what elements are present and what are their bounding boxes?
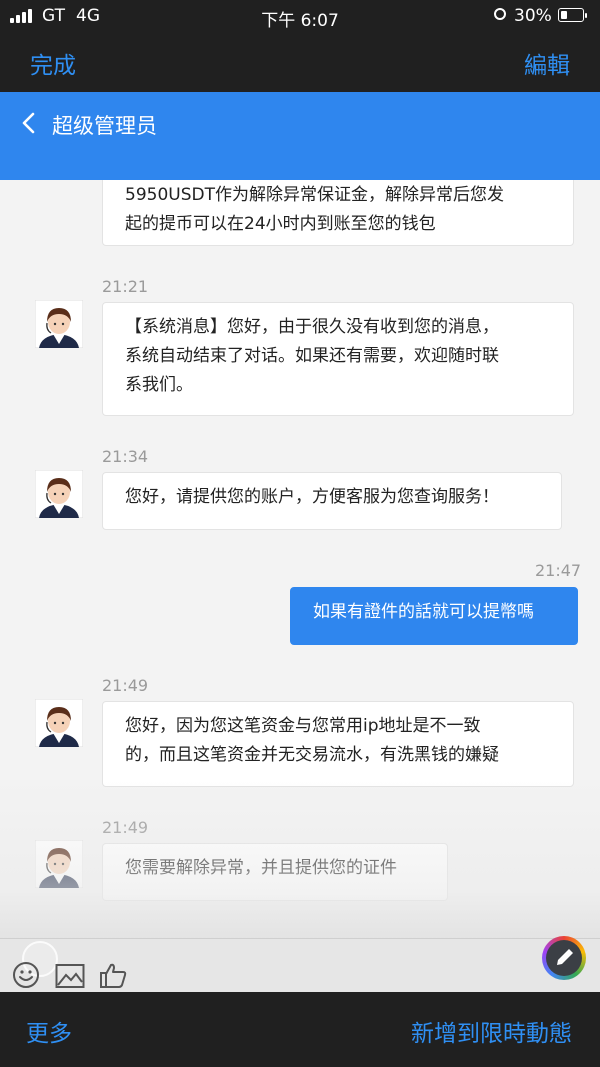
thumbs-up-icon[interactable] (98, 961, 128, 989)
message-timestamp: 21:49 (102, 818, 149, 837)
chat-toolbar (0, 936, 600, 993)
agent-avatar[interactable] (35, 300, 83, 348)
agent-avatar[interactable] (35, 840, 83, 888)
markup-edit-icon[interactable] (542, 936, 586, 980)
message-bubble-sent[interactable]: 如果有證件的話就可以提幣嗎 (290, 587, 578, 645)
more-button[interactable]: 更多 (26, 1014, 72, 1048)
battery-icon (558, 8, 587, 22)
message-line: 【系统消息】您好，由于很久没有收到您的消息， (125, 317, 499, 337)
message-line: 您好，请提供您的账户，方便客服为您查询服务！ (125, 487, 499, 507)
back-chevron-icon[interactable] (20, 112, 38, 134)
message-line: 系我们。 (125, 375, 193, 395)
message-line: 的，而且这笔资金并无交易流水，有洗黑钱的嫌疑 (125, 745, 499, 765)
message-bubble[interactable]: 【系统消息】您好，由于很久没有收到您的消息， 系统自动结束了对话。如果还有需要，… (102, 302, 574, 416)
add-to-story-button[interactable]: 新增到限時動態 (411, 1014, 572, 1048)
message-line: 如果有證件的話就可以提幣嗎 (313, 602, 534, 622)
message-line: 起的提币可以在24小时内到账至您的钱包 (125, 214, 436, 234)
clock: 下午 6:07 (261, 11, 339, 31)
status-bar: GT 4G 下午 6:07 30% (0, 0, 600, 32)
message-bubble[interactable]: 5950USDT作为解除异常保证金，解除异常后您发 起的提币可以在24小时内到账… (102, 180, 574, 246)
message-timestamp: 21:21 (102, 277, 149, 296)
message-bubble[interactable]: 您好，因为您这笔资金与您常用ip地址是不一致 的，而且这笔资金并无交易流水，有洗… (102, 701, 574, 787)
message-line: 您好，因为您这笔资金与您常用ip地址是不一致 (125, 716, 481, 736)
message-line: 系统自动结束了对话。如果还有需要，欢迎随时联 (125, 346, 499, 366)
message-line: 5950USDT作为解除异常保证金，解除异常后您发 (125, 185, 504, 205)
message-timestamp: 21:49 (102, 676, 149, 695)
chat-title: 超级管理员 (52, 114, 157, 138)
done-button[interactable]: 完成 (30, 46, 76, 80)
agent-avatar[interactable] (35, 470, 83, 518)
message-timestamp: 21:47 (535, 561, 582, 580)
viewer-top-bar: 完成 編輯 (0, 32, 600, 92)
chat-message-list[interactable]: 5950USDT作为解除异常保证金，解除异常后您发 起的提币可以在24小时内到账… (0, 180, 600, 940)
smiley-icon[interactable] (12, 961, 40, 989)
chat-header: 超级管理员 (0, 92, 600, 180)
agent-avatar[interactable] (35, 699, 83, 747)
message-timestamp: 21:34 (102, 447, 149, 466)
battery-percent: 30% (514, 6, 552, 26)
message-line: 您需要解除异常，并且提供您的证件 (125, 858, 397, 878)
battery-fill (561, 11, 567, 19)
image-icon[interactable] (55, 963, 85, 989)
viewer-bottom-bar: 更多 新增到限時動態 (0, 992, 600, 1067)
message-bubble[interactable]: 您好，请提供您的账户，方便客服为您查询服务！ (102, 472, 562, 530)
edit-button[interactable]: 編輯 (524, 46, 570, 80)
rotation-lock-icon (494, 8, 506, 20)
message-bubble[interactable]: 您需要解除异常，并且提供您的证件 (102, 843, 448, 901)
